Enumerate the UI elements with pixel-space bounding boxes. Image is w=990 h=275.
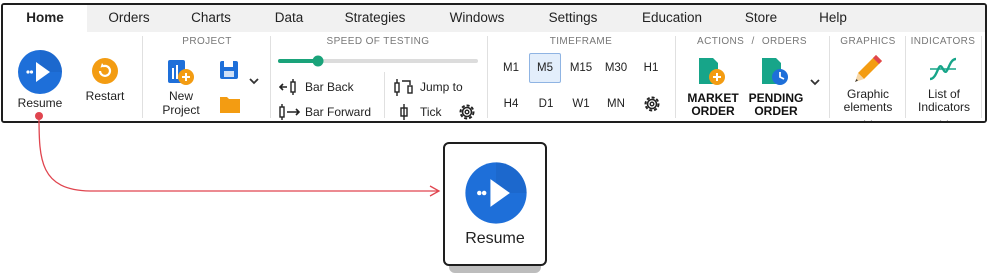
resume-zoom-label: Resume bbox=[465, 230, 525, 247]
callout-origin-dot bbox=[35, 112, 43, 120]
resume-zoom-icon bbox=[464, 161, 528, 225]
resume-zoom-card: Resume bbox=[443, 142, 547, 266]
